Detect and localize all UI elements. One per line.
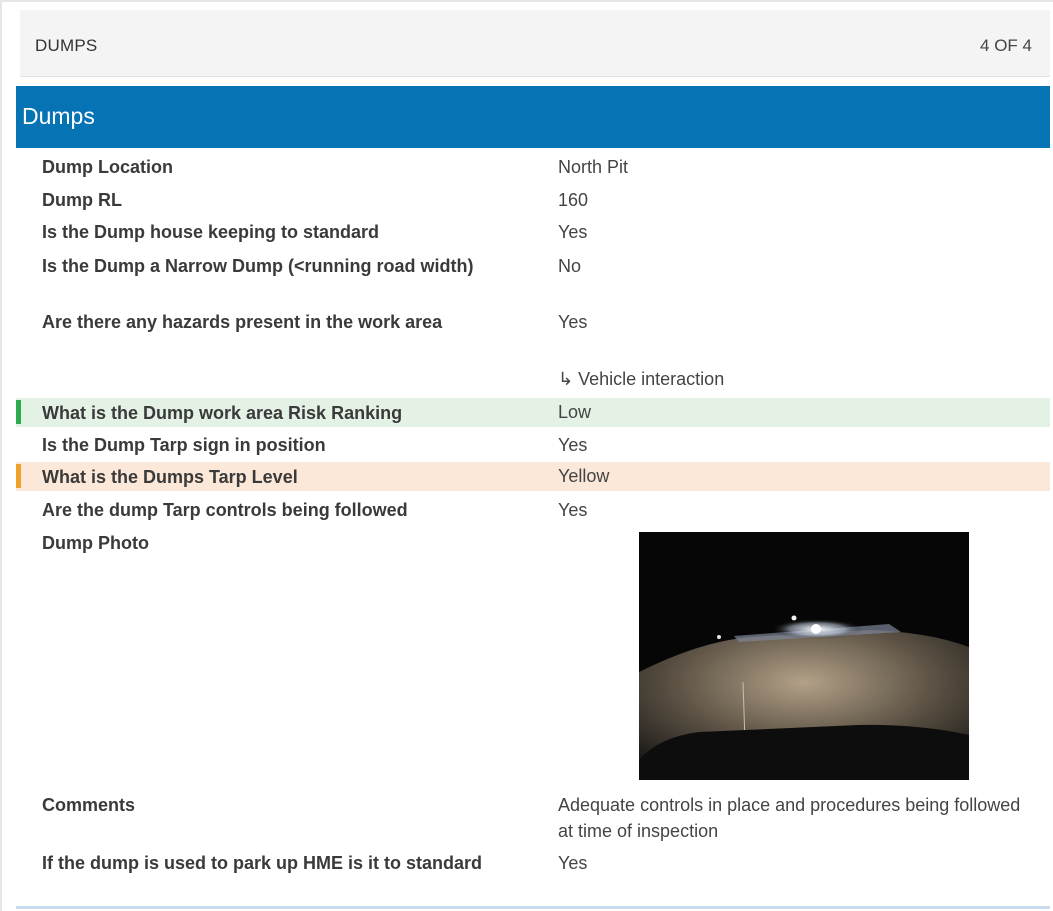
hazard-detail-text: Vehicle interaction [578,369,725,389]
field-row: Is the Dump house keeping to standard Ye… [16,219,1050,245]
field-question: Is the Dump house keeping to standard [42,222,380,242]
field-question: Comments [42,795,136,815]
section-title: Dumps [22,103,95,129]
field-row: Dump Location North Pit [16,154,1050,180]
field-answer: Yes [558,222,588,242]
field-answer: Yellow [558,466,610,486]
return-arrow-icon: ↳ [558,369,574,389]
field-answer: North Pit [558,157,629,177]
field-row: Dump RL 160 [16,187,1050,213]
dump-photo[interactable] [639,532,969,780]
bottom-divider [16,906,1050,909]
field-answer: Yes [558,853,588,873]
dump-photo-image [639,532,969,780]
field-question: Is the Dump Tarp sign in position [42,435,326,455]
field-row: Is the Dump a Narrow Dump (<running road… [16,253,1050,301]
field-answer: 160 [558,190,589,210]
field-question: Dump Location [42,157,173,177]
field-question: Dump Photo [42,533,149,553]
field-answer: Adequate controls in place and procedure… [558,795,1021,841]
field-answer: No [558,256,582,276]
risk-ranking-row: What is the Dump work area Risk Ranking … [16,398,1050,427]
field-answer: Low [558,402,592,422]
field-row: Is the Dump Tarp sign in position Yes [16,432,1050,458]
field-answer: Yes [558,435,588,455]
field-row: Are there any hazards present in the wor… [16,309,1050,357]
field-row: Are the dump Tarp controls being followe… [16,497,1050,523]
field-question: Are the dump Tarp controls being followe… [42,500,408,520]
tarp-level-row: What is the Dumps Tarp Level Yellow [16,462,1050,491]
field-question: Is the Dump a Narrow Dump (<running road… [42,256,474,276]
risk-flag-icon [16,400,21,424]
section-header: Dumps [16,86,1050,148]
page-counter: 4 OF 4 [980,36,1032,55]
field-question: Dump RL [42,190,122,210]
field-question: What is the Dump work area Risk Ranking [42,403,403,423]
hazard-detail: ↳ Vehicle interaction [558,369,724,390]
section-name: DUMPS [35,36,98,55]
field-row: If the dump is used to park up HME is it… [16,850,1050,898]
field-question: Are there any hazards present in the wor… [42,312,443,332]
tarp-flag-icon [16,464,21,488]
field-question: If the dump is used to park up HME is it… [42,853,483,873]
section-bar: DUMPS 4 OF 4 [20,10,1050,77]
field-question: What is the Dumps Tarp Level [42,467,298,487]
field-answer: Yes [558,312,588,332]
field-answer: Yes [558,500,588,520]
field-row: Comments Adequate controls in place and … [16,792,1050,844]
